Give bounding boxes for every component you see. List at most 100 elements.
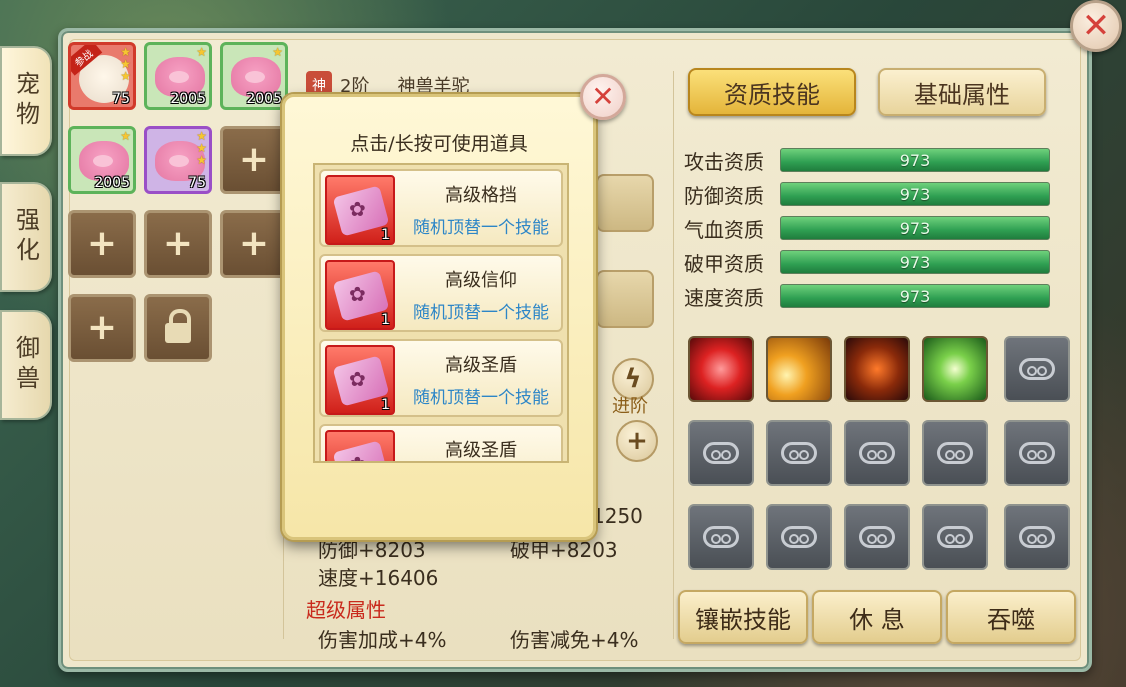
pet-level: 2005 bbox=[170, 91, 206, 107]
equipment-slot-icon[interactable] bbox=[596, 174, 654, 232]
skill-slash-icon[interactable] bbox=[766, 336, 832, 402]
item-name: 高级圣盾 bbox=[445, 355, 517, 376]
aptitude-value: 973 bbox=[899, 252, 931, 272]
locked-pet-slot[interactable] bbox=[144, 294, 212, 362]
star-rating: ★ bbox=[196, 45, 207, 59]
add-pet-slot[interactable]: + bbox=[220, 210, 288, 278]
empty-skill-icon bbox=[859, 526, 895, 548]
inlay-skill-button[interactable]: 镶嵌技能 bbox=[678, 590, 808, 644]
skill-heart-icon[interactable] bbox=[688, 336, 754, 402]
close-panel-button[interactable]: ✕ bbox=[1070, 0, 1122, 52]
super-attributes-title: 超级属性 bbox=[306, 598, 386, 622]
empty-skill-icon bbox=[703, 526, 739, 548]
empty-skill-icon bbox=[937, 526, 973, 548]
tab-enhance[interactable]: 强化 bbox=[0, 182, 52, 292]
aptitude-bar: 973 bbox=[780, 250, 1050, 274]
lightning-icon: ϟ bbox=[624, 364, 642, 394]
item-count: 1 bbox=[381, 397, 390, 413]
skill-slot-locked[interactable] bbox=[688, 504, 754, 570]
rest-button[interactable]: 休 息 bbox=[812, 590, 942, 644]
skill-slot-locked[interactable] bbox=[766, 504, 832, 570]
aptitude-value: 973 bbox=[899, 286, 931, 306]
item-list[interactable]: ✿ 1 高级格挡 随机顶替一个技能 ✿ 1 高级信仰 随机顶替一个技能 ✿ 1 高级圣… bbox=[313, 163, 569, 463]
skill-slot-locked[interactable] bbox=[844, 420, 910, 486]
aptitude-bar: 973 bbox=[780, 182, 1050, 206]
item-name: 高级格挡 bbox=[445, 185, 517, 206]
empty-skill-icon bbox=[1019, 442, 1055, 464]
plus-icon: + bbox=[86, 307, 118, 348]
item-use-popup: 点击/长按可使用道具 ✿ 1 高级格挡 随机顶替一个技能 ✿ 1 高级信仰 随机顶替… bbox=[282, 94, 596, 540]
add-pet-slot[interactable]: + bbox=[220, 126, 288, 194]
aptitude-label: 气血资质 bbox=[684, 217, 764, 242]
aptitude-value: 973 bbox=[899, 184, 931, 204]
pet-slot[interactable]: ★ 2005 bbox=[220, 42, 288, 110]
empty-skill-icon bbox=[1019, 526, 1055, 548]
skill-slot-locked[interactable] bbox=[1004, 336, 1070, 402]
devour-button[interactable]: 吞噬 bbox=[946, 590, 1076, 644]
add-attribute-button[interactable]: + bbox=[616, 420, 658, 462]
skill-slot-locked[interactable] bbox=[922, 420, 988, 486]
empty-skill-icon bbox=[703, 442, 739, 464]
aptitude-row: 速度资质 973 bbox=[684, 281, 1050, 311]
skill-slot-locked[interactable] bbox=[766, 420, 832, 486]
aptitude-value: 973 bbox=[899, 150, 931, 170]
lock-icon bbox=[165, 309, 191, 343]
pet-slot[interactable]: 参战 ★ ★ ★ 75 bbox=[68, 42, 136, 110]
item-card[interactable]: ✿ 1 高级圣盾 随机顶替一个技能 bbox=[319, 339, 563, 417]
item-count: 1 bbox=[381, 227, 390, 243]
skill-scroll-icon: ✿ 1 bbox=[325, 345, 395, 415]
item-desc: 随机顶替一个技能 bbox=[413, 303, 549, 323]
damage-reduction: 伤害减免+4% bbox=[510, 628, 639, 652]
aptitude-label: 防御资质 bbox=[684, 183, 764, 208]
pet-slot[interactable]: ★ ★ ★ 75 bbox=[144, 126, 212, 194]
close-popup-button[interactable]: ✕ bbox=[580, 74, 626, 120]
skill-berserk-icon[interactable] bbox=[844, 336, 910, 402]
skill-nature-icon[interactable] bbox=[922, 336, 988, 402]
soul-slot-icon[interactable] bbox=[596, 270, 654, 328]
pet-level: 75 bbox=[112, 91, 130, 107]
star-rating: ★ ★ ★ bbox=[120, 45, 131, 83]
add-pet-slot[interactable]: + bbox=[68, 210, 136, 278]
skill-slot-locked[interactable] bbox=[844, 504, 910, 570]
aptitude-row: 破甲资质 973 bbox=[684, 247, 1050, 277]
pet-slot[interactable]: ★ 2005 bbox=[144, 42, 212, 110]
skill-slot-locked[interactable] bbox=[1004, 504, 1070, 570]
skill-slot-locked[interactable] bbox=[688, 420, 754, 486]
skill-slot-locked[interactable] bbox=[1004, 420, 1070, 486]
aptitude-label: 攻击资质 bbox=[684, 149, 764, 174]
popup-title: 点击/长按可使用道具 bbox=[350, 133, 528, 155]
pet-slot[interactable]: ★ 2005 bbox=[68, 126, 136, 194]
plus-icon: + bbox=[86, 223, 118, 264]
pet-level: 75 bbox=[188, 175, 206, 191]
stat-value: 1250 bbox=[592, 504, 643, 528]
plus-icon: + bbox=[162, 223, 194, 264]
star-rating: ★ ★ ★ bbox=[196, 129, 207, 167]
item-card[interactable]: ✿ 1 高级信仰 随机顶替一个技能 bbox=[319, 254, 563, 332]
stat-speed: 速度+16406 bbox=[318, 566, 439, 590]
add-pet-slot[interactable]: + bbox=[144, 210, 212, 278]
item-card[interactable]: ✿ 1 高级格挡 随机顶替一个技能 bbox=[319, 169, 563, 247]
item-name: 高级信仰 bbox=[445, 270, 517, 291]
empty-skill-icon bbox=[781, 442, 817, 464]
tab-basic-attributes[interactable]: 基础属性 bbox=[878, 68, 1046, 116]
item-desc: 随机顶替一个技能 bbox=[413, 218, 549, 238]
item-card[interactable]: ✿ 高级圣盾 bbox=[319, 424, 563, 461]
advance-label: 进阶 bbox=[612, 396, 648, 417]
star-rating: ★ bbox=[272, 45, 283, 59]
empty-skill-icon bbox=[781, 526, 817, 548]
aptitude-row: 防御资质 973 bbox=[684, 179, 1050, 209]
empty-skill-icon bbox=[937, 442, 973, 464]
item-count: 1 bbox=[381, 312, 390, 328]
add-pet-slot[interactable]: + bbox=[68, 294, 136, 362]
aptitude-bar: 973 bbox=[780, 284, 1050, 308]
tab-aptitude-skills[interactable]: 资质技能 bbox=[688, 68, 856, 116]
plus-icon: + bbox=[238, 139, 270, 180]
tab-tame[interactable]: 御兽 bbox=[0, 310, 52, 420]
aptitude-bar: 973 bbox=[780, 216, 1050, 240]
aptitude-row: 气血资质 973 bbox=[684, 213, 1050, 243]
skill-scroll-icon: ✿ bbox=[325, 430, 395, 461]
plus-icon: + bbox=[238, 223, 270, 264]
skill-slot-locked[interactable] bbox=[922, 504, 988, 570]
tab-pet[interactable]: 宠物 bbox=[0, 46, 52, 156]
damage-bonus: 伤害加成+4% bbox=[318, 628, 447, 652]
